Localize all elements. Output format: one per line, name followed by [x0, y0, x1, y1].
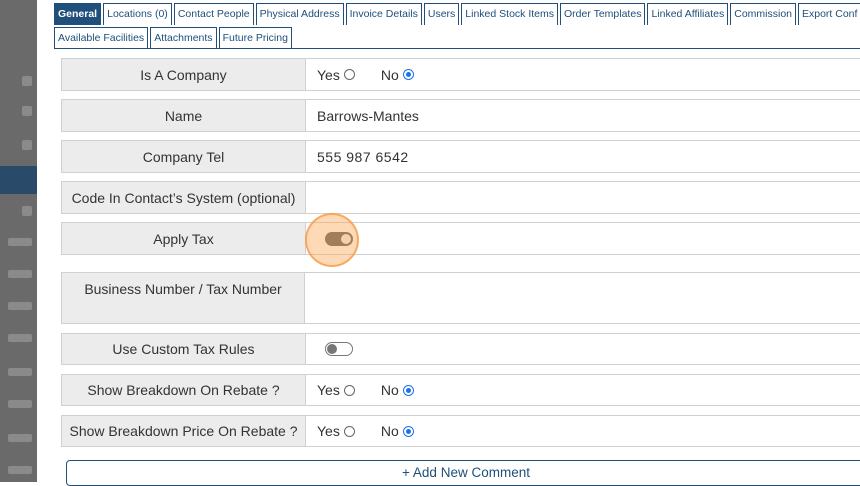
sidebar-icon	[8, 368, 32, 376]
radio-label: Yes	[317, 66, 340, 83]
radio-group-breakdown-price-rebate: Yes No	[317, 416, 860, 446]
tab-physical-address[interactable]: Physical Address	[255, 3, 344, 25]
row-breakdown-price-rebate: Show Breakdown Price On Rebate ? Yes No	[61, 415, 860, 447]
radio-group-is-company: Yes No	[317, 59, 860, 90]
sidebar-icon	[22, 106, 32, 116]
radio-is-company-no[interactable]: No	[381, 67, 414, 83]
radio-breakdown-rebate-no[interactable]: No	[381, 382, 414, 398]
custom-tax-toggle[interactable]	[325, 342, 353, 356]
tab-general[interactable]: General	[54, 3, 102, 25]
row-business-number: Business Number / Tax Number	[61, 272, 860, 324]
tab-commission[interactable]: Commission	[730, 3, 796, 25]
tab-bar: General Locations (0) Contact People Physic…	[54, 2, 860, 50]
label-company-tel: Company Tel	[62, 141, 306, 172]
sidebar-item[interactable]	[0, 232, 37, 254]
sidebar-icon	[8, 466, 32, 474]
sidebar-icon	[8, 434, 32, 442]
radio-label: No	[380, 423, 399, 439]
name-field[interactable]: Barrows-Mantes	[317, 100, 860, 131]
radio-label: No	[380, 66, 399, 83]
label-breakdown-rebate: Show Breakdown On Rebate ?	[62, 375, 306, 405]
sidebar-item[interactable]	[0, 100, 37, 122]
row-code: Code In Contact’s System (optional)	[61, 181, 860, 214]
label-code: Code In Contact’s System (optional)	[62, 182, 306, 213]
row-company-tel: Company Tel 555 987 6542	[61, 140, 860, 173]
sidebar-item[interactable]	[0, 134, 37, 156]
sidebar-icon	[8, 400, 32, 408]
label-custom-tax: Use Custom Tax Rules	[62, 334, 306, 364]
tab-export-conf[interactable]: Export Conf	[798, 3, 860, 25]
radio-button[interactable]	[343, 425, 355, 437]
radio-button-selected[interactable]	[402, 425, 414, 437]
sidebar-icon	[8, 302, 32, 310]
business-number-field[interactable]	[317, 273, 860, 323]
sidebar-item-active[interactable]	[0, 166, 37, 194]
sidebar-item[interactable]	[0, 296, 37, 318]
custom-tax-cell	[317, 334, 860, 364]
radio-button[interactable]	[343, 384, 355, 396]
row-custom-tax: Use Custom Tax Rules	[61, 333, 860, 365]
sidebar-icon	[8, 270, 32, 278]
row-breakdown-rebate: Show Breakdown On Rebate ? Yes No	[61, 374, 860, 406]
radio-is-company-yes[interactable]: Yes	[317, 67, 355, 83]
radio-breakdown-price-rebate-no[interactable]: No	[381, 423, 414, 439]
row-is-company: Is A Company Yes No	[61, 58, 860, 91]
tab-order-templates[interactable]: Order Templates	[560, 3, 646, 25]
row-apply-tax: Apply Tax	[61, 222, 860, 255]
sidebar	[0, 0, 37, 482]
sidebar-item[interactable]	[0, 70, 37, 92]
tab-locations[interactable]: Locations (0)	[103, 3, 172, 25]
toggle-knob	[341, 233, 351, 244]
sidebar-icon	[22, 140, 32, 150]
sidebar-item[interactable]	[0, 328, 37, 350]
sidebar-icon	[22, 206, 32, 216]
sidebar-item[interactable]	[0, 362, 37, 384]
label-business-number: Business Number / Tax Number	[62, 273, 305, 323]
tab-available-facilities[interactable]: Available Facilities	[54, 27, 149, 49]
code-field[interactable]	[317, 182, 860, 213]
row-name: Name Barrows-Mantes	[61, 99, 860, 132]
toggle-knob	[327, 344, 337, 354]
add-comment-button[interactable]: + Add New Comment	[66, 460, 860, 486]
radio-label: No	[380, 382, 399, 398]
tab-users[interactable]: Users	[423, 3, 460, 25]
tab-row-2: Available Facilities Attachments Future Pr…	[54, 27, 294, 49]
tab-row-1: General Locations (0) Contact People Physic…	[54, 3, 860, 25]
tab-future-pricing[interactable]: Future Pricing	[218, 27, 292, 49]
apply-tax-toggle[interactable]	[325, 231, 353, 246]
label-name: Name	[62, 100, 306, 131]
tab-attachments[interactable]: Attachments	[150, 27, 217, 49]
sidebar-item[interactable]	[0, 428, 37, 450]
radio-label: Yes	[317, 382, 340, 398]
sidebar-icon	[22, 76, 32, 86]
label-apply-tax: Apply Tax	[62, 223, 306, 254]
sidebar-icon	[8, 238, 32, 246]
tab-linked-stock-items[interactable]: Linked Stock Items	[461, 3, 559, 25]
radio-breakdown-rebate-yes[interactable]: Yes	[317, 382, 355, 398]
tab-invoice-details[interactable]: Invoice Details	[345, 3, 422, 25]
radio-group-breakdown-rebate: Yes No	[317, 375, 860, 405]
radio-breakdown-price-rebate-yes[interactable]: Yes	[317, 423, 355, 439]
sidebar-icon	[8, 334, 32, 342]
radio-button[interactable]	[343, 69, 355, 80]
radio-button-selected[interactable]	[402, 69, 414, 80]
sidebar-item[interactable]	[0, 200, 37, 222]
apply-tax-cell	[317, 223, 860, 254]
sidebar-item[interactable]	[0, 264, 37, 286]
tab-linked-affiliates[interactable]: Linked Affiliates	[647, 3, 729, 25]
sidebar-item[interactable]	[0, 394, 37, 416]
radio-label: Yes	[317, 423, 340, 439]
tab-contact-people[interactable]: Contact People	[173, 3, 254, 25]
tabs-divider	[54, 48, 860, 49]
sidebar-item[interactable]	[0, 460, 37, 482]
label-breakdown-price-rebate: Show Breakdown Price On Rebate ?	[62, 416, 306, 446]
company-tel-field[interactable]: 555 987 6542	[317, 141, 860, 172]
radio-button-selected[interactable]	[402, 384, 414, 396]
label-is-company: Is A Company	[62, 59, 306, 90]
